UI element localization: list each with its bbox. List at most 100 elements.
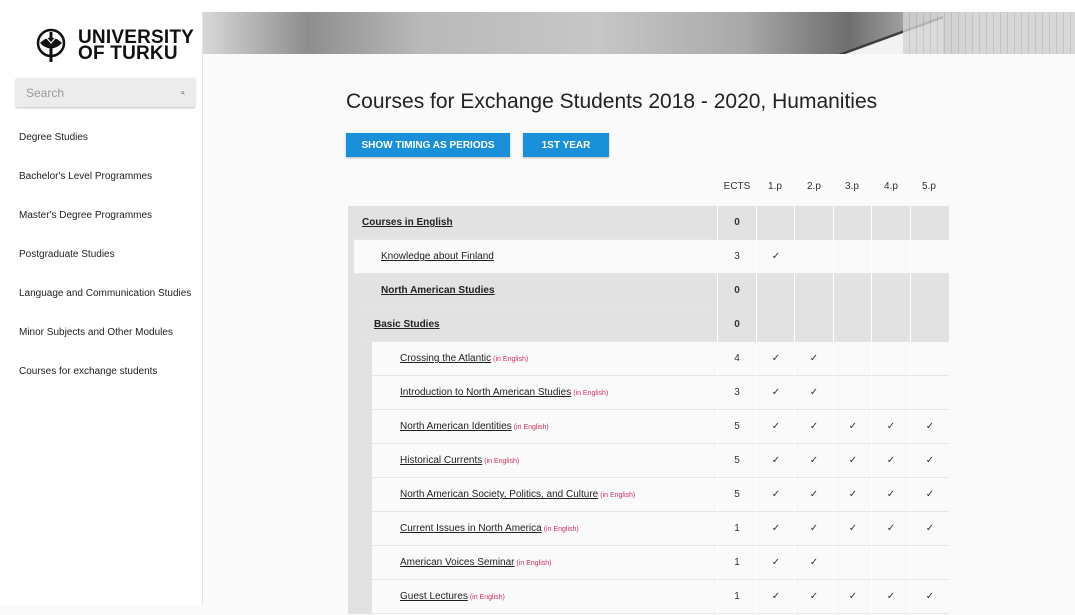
period-3-cell: ✓ (833, 444, 872, 478)
logo-line-2: OF TURKU (78, 43, 178, 64)
nesting-indent (348, 342, 372, 376)
torch-emblem-icon (36, 28, 66, 62)
period-4-cell (871, 546, 910, 580)
period-5-cell: ✓ (910, 478, 949, 512)
course-link[interactable]: Basic Studies (374, 319, 440, 330)
search-icon[interactable] (181, 86, 185, 100)
check-icon: ✓ (848, 523, 858, 534)
period-2-cell: ✓ (794, 444, 833, 478)
row-name: North American Identities (in English) (400, 410, 549, 444)
row-name: Crossing the Atlantic (in English) (400, 342, 528, 376)
ects-cell: 5 (717, 410, 756, 444)
period-4-cell (871, 206, 910, 240)
column-header-period-1: 1.p (768, 181, 782, 192)
ects-cell: 1 (717, 546, 756, 580)
period-2-cell (794, 206, 833, 240)
check-icon: ✓ (809, 353, 819, 364)
table-row: North American Identities (in English) 5 ✓ ✓… (348, 410, 949, 444)
first-year-button[interactable]: 1ST YEAR (523, 133, 609, 157)
nesting-indent (348, 240, 354, 274)
period-3-cell: ✓ (833, 512, 872, 546)
check-icon: ✓ (771, 387, 781, 398)
check-icon: ✓ (886, 455, 896, 466)
period-2-cell: ✓ (794, 342, 833, 376)
period-5-cell (910, 376, 949, 410)
check-icon: ✓ (771, 557, 781, 568)
period-3-cell (833, 240, 872, 274)
period-2-cell: ✓ (794, 512, 833, 546)
course-link[interactable]: North American Identities (400, 421, 512, 432)
check-icon: ✓ (925, 421, 935, 432)
period-3-cell (833, 546, 872, 580)
language-tag: (in English) (600, 492, 636, 499)
table-row: Current Issues in North America (in Engli… (348, 512, 949, 546)
course-link[interactable]: American Voices Seminar (400, 557, 515, 568)
ects-cell: 4 (717, 342, 756, 376)
check-icon: ✓ (771, 489, 781, 500)
course-link[interactable]: Courses in English (362, 217, 453, 228)
course-link[interactable]: Historical Currents (400, 455, 482, 466)
table-row: Guest Lectures (in English) 1 ✓ ✓ ✓ ✓ ✓ (348, 580, 949, 614)
check-icon: ✓ (886, 523, 896, 534)
nesting-indent (348, 512, 372, 546)
period-1-cell (756, 206, 795, 240)
ects-cell: 0 (717, 308, 756, 342)
sidebar-item-degree-studies[interactable]: Degree Studies (19, 132, 191, 171)
course-table: Courses in English 0 Knowledge about Finla… (348, 206, 949, 614)
ects-cell: 0 (717, 206, 756, 240)
period-2-cell: ✓ (794, 580, 833, 614)
ects-cell: 1 (717, 512, 756, 546)
period-5-cell: ✓ (910, 512, 949, 546)
period-4-cell: ✓ (871, 512, 910, 546)
period-3-cell: ✓ (833, 478, 872, 512)
show-timing-periods-button[interactable]: SHOW TIMING AS PERIODS (346, 133, 510, 157)
period-1-cell: ✓ (756, 376, 795, 410)
nesting-indent (348, 274, 354, 308)
table-group-row: Courses in English 0 (348, 206, 949, 240)
course-link[interactable]: Guest Lectures (400, 591, 468, 602)
course-link[interactable]: Current Issues in North America (400, 523, 542, 534)
university-logo[interactable]: UNIVERSITY OF TURKU (34, 28, 194, 64)
period-5-cell: ✓ (910, 580, 949, 614)
table-row: Knowledge about Finland 3 ✓ (348, 240, 949, 274)
period-1-cell: ✓ (756, 580, 795, 614)
course-link[interactable]: North American Society, Politics, and Cu… (400, 489, 598, 500)
row-name: Introduction to North American Studies (i… (400, 376, 608, 410)
row-name: North American Society, Politics, and Cu… (400, 478, 635, 512)
sidebar-item-masters[interactable]: Master's Degree Programmes (19, 210, 191, 249)
course-link[interactable]: Knowledge about Finland (381, 251, 494, 262)
check-icon: ✓ (771, 421, 781, 432)
column-header-period-5: 5.p (922, 181, 936, 192)
check-icon: ✓ (848, 591, 858, 602)
course-link[interactable]: Crossing the Atlantic (400, 353, 491, 364)
check-icon: ✓ (809, 421, 819, 432)
period-2-cell (794, 308, 833, 342)
row-name: Current Issues in North America (in Engli… (400, 512, 579, 546)
table-group-row: North American Studies 0 (348, 274, 949, 308)
row-name: Courses in English (362, 206, 453, 240)
period-3-cell (833, 376, 872, 410)
course-link[interactable]: North American Studies (381, 285, 495, 296)
period-3-cell: ✓ (833, 580, 872, 614)
sidebar-item-bachelors[interactable]: Bachelor's Level Programmes (19, 171, 191, 210)
period-4-cell (871, 342, 910, 376)
nesting-indent (348, 376, 372, 410)
sidebar-item-exchange-courses[interactable]: Courses for exchange students (19, 366, 191, 405)
search-input[interactable] (26, 85, 181, 100)
check-icon: ✓ (809, 455, 819, 466)
sidebar-item-minor-subjects[interactable]: Minor Subjects and Other Modules (19, 327, 191, 366)
period-2-cell: ✓ (794, 478, 833, 512)
period-1-cell: ✓ (756, 410, 795, 444)
check-icon: ✓ (809, 557, 819, 568)
check-icon: ✓ (886, 591, 896, 602)
check-icon: ✓ (848, 455, 858, 466)
course-link[interactable]: Introduction to North American Studies (400, 387, 571, 398)
period-4-cell: ✓ (871, 580, 910, 614)
sidebar-item-language-communication[interactable]: Language and Communication Studies (19, 288, 191, 327)
period-4-cell (871, 240, 910, 274)
period-4-cell (871, 274, 910, 308)
period-2-cell: ✓ (794, 410, 833, 444)
period-4-cell (871, 376, 910, 410)
sidebar-item-postgraduate[interactable]: Postgraduate Studies (19, 249, 191, 288)
row-name: North American Studies (381, 274, 495, 308)
